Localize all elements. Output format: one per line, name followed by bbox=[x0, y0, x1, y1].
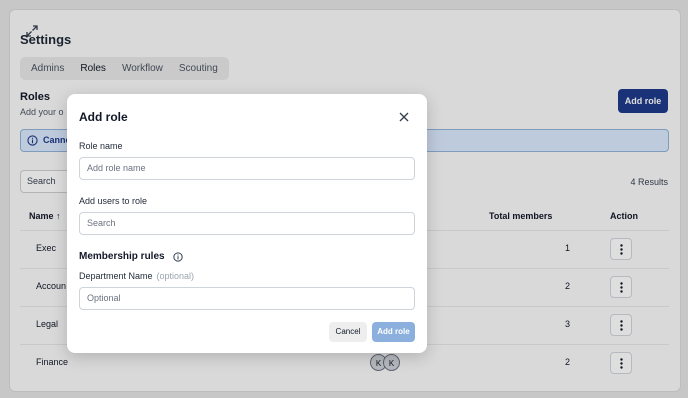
user-search-input[interactable]: Search bbox=[79, 212, 415, 235]
add-role-submit-button[interactable]: Add role bbox=[372, 322, 415, 342]
info-icon[interactable] bbox=[173, 252, 183, 262]
add-users-label: Add users to role bbox=[79, 196, 148, 206]
cancel-button[interactable]: Cancel bbox=[329, 322, 367, 342]
membership-rules-heading: Membership rules bbox=[79, 251, 165, 262]
department-label-text: Department Name bbox=[79, 271, 153, 281]
close-icon[interactable] bbox=[398, 111, 410, 123]
optional-hint: (optional) bbox=[156, 271, 195, 281]
add-role-dialog: Add role Role name Add role name Add use… bbox=[67, 94, 427, 353]
role-name-label: Role name bbox=[79, 141, 123, 151]
department-input[interactable]: Optional bbox=[79, 287, 415, 310]
dialog-title: Add role bbox=[79, 110, 128, 124]
role-name-input[interactable]: Add role name bbox=[79, 157, 415, 180]
department-label: Department Name (optional) bbox=[79, 271, 194, 281]
